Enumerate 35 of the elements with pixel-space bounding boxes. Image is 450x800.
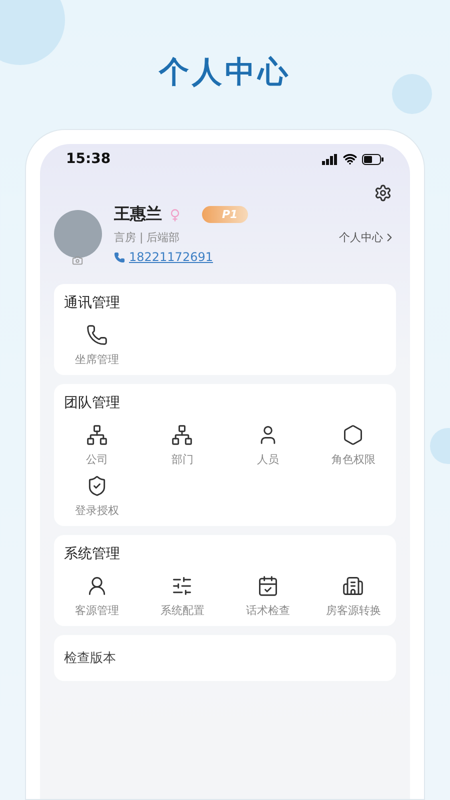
- menu-item[interactable]: 房客源转换: [310, 575, 396, 618]
- phone-icon: [86, 324, 108, 346]
- menu-item[interactable]: 系统配置: [140, 575, 225, 618]
- section-title: 通讯管理: [63, 294, 121, 312]
- camera-icon: [72, 255, 83, 266]
- menu-item[interactable]: 客源管理: [54, 575, 140, 618]
- menu-item[interactable]: 坐席管理: [54, 324, 140, 367]
- hexagon-icon: [342, 424, 364, 446]
- battery-icon: [362, 154, 384, 164]
- menu-item[interactable]: 公司: [54, 424, 140, 467]
- menu-item[interactable]: 部门: [140, 424, 225, 467]
- phone-icon: [114, 252, 125, 262]
- wifi-icon: [343, 152, 357, 166]
- level-badge: P1: [202, 206, 248, 223]
- org-chart-icon: [171, 424, 194, 446]
- calendar-check-icon: [256, 575, 279, 597]
- section-title: 团队管理: [63, 394, 121, 412]
- signal-icon: [322, 154, 338, 164]
- menu-item[interactable]: 人员: [225, 424, 310, 467]
- list-row[interactable]: 检查版本: [54, 635, 396, 681]
- department-text: 言房 | 后端部: [114, 230, 181, 245]
- user-name: 王惠兰: [114, 204, 162, 225]
- decorative-circle: [392, 74, 432, 114]
- building-icon: [342, 575, 364, 597]
- female-icon: [168, 208, 182, 222]
- page-title: 个人中心: [159, 54, 291, 92]
- sliders-icon: [171, 575, 194, 597]
- menu-item[interactable]: 角色权限: [310, 424, 396, 467]
- settings-icon[interactable]: [374, 184, 392, 202]
- phone-link[interactable]: 18221172691: [114, 250, 327, 264]
- section-title: 系统管理: [63, 545, 121, 563]
- personal-center-link[interactable]: 个人中心: [339, 230, 396, 245]
- menu-item[interactable]: 话术检查: [225, 575, 310, 618]
- menu-item[interactable]: 登录授权: [54, 475, 140, 518]
- status-time: 15:38: [66, 151, 111, 167]
